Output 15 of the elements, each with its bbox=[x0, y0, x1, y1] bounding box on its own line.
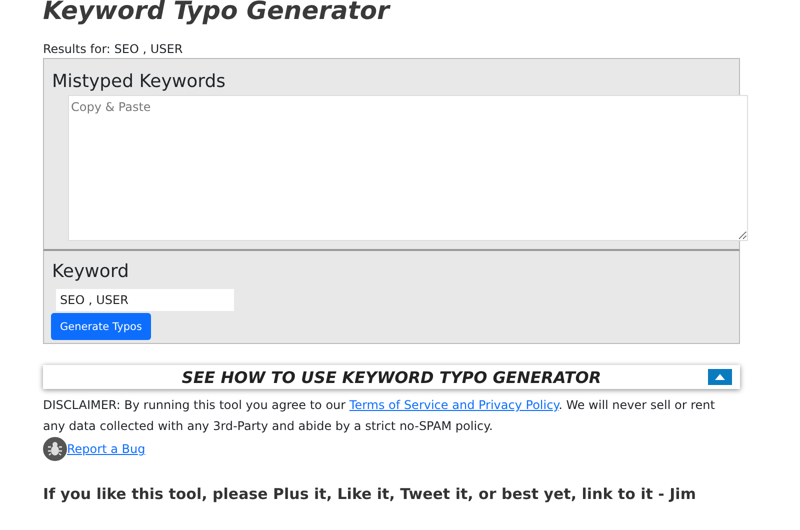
howto-title: SEE HOW TO USE KEYWORD TYPO GENERATOR bbox=[182, 368, 602, 386]
bug-icon bbox=[43, 437, 67, 461]
terms-link[interactable]: Terms of Service and Privacy Policy bbox=[349, 398, 559, 412]
generate-button[interactable]: Generate Typos bbox=[51, 313, 151, 340]
howto-bar[interactable]: SEE HOW TO USE KEYWORD TYPO GENERATOR bbox=[43, 365, 740, 389]
page-title: Keyword Typo Generator bbox=[43, 0, 392, 27]
mistyped-label: Mistyped Keywords bbox=[51, 70, 227, 94]
disclaimer-text: DISCLAIMER: By running this tool you agree to our Terms of Service and Privacy Policy. We will never sell or rent any data collected with any 3rd-Party and abide by a strict no-SPAM policy. bbox=[43, 397, 716, 435]
report-bug-link[interactable]: Report a Bug bbox=[67, 442, 146, 456]
toggle-icon[interactable] bbox=[708, 369, 732, 385]
keyword-input[interactable]: SEO , USER bbox=[56, 289, 234, 311]
keyword-label: Keyword bbox=[51, 260, 130, 284]
mistyped-textarea[interactable]: Copy & Paste bbox=[68, 95, 748, 241]
results-label: Results for: SEO , USER bbox=[43, 42, 184, 56]
footer-text: If you like this tool, please Plus it, Like it, Tweet it, or best yet, link to it - Jim bbox=[43, 485, 697, 503]
